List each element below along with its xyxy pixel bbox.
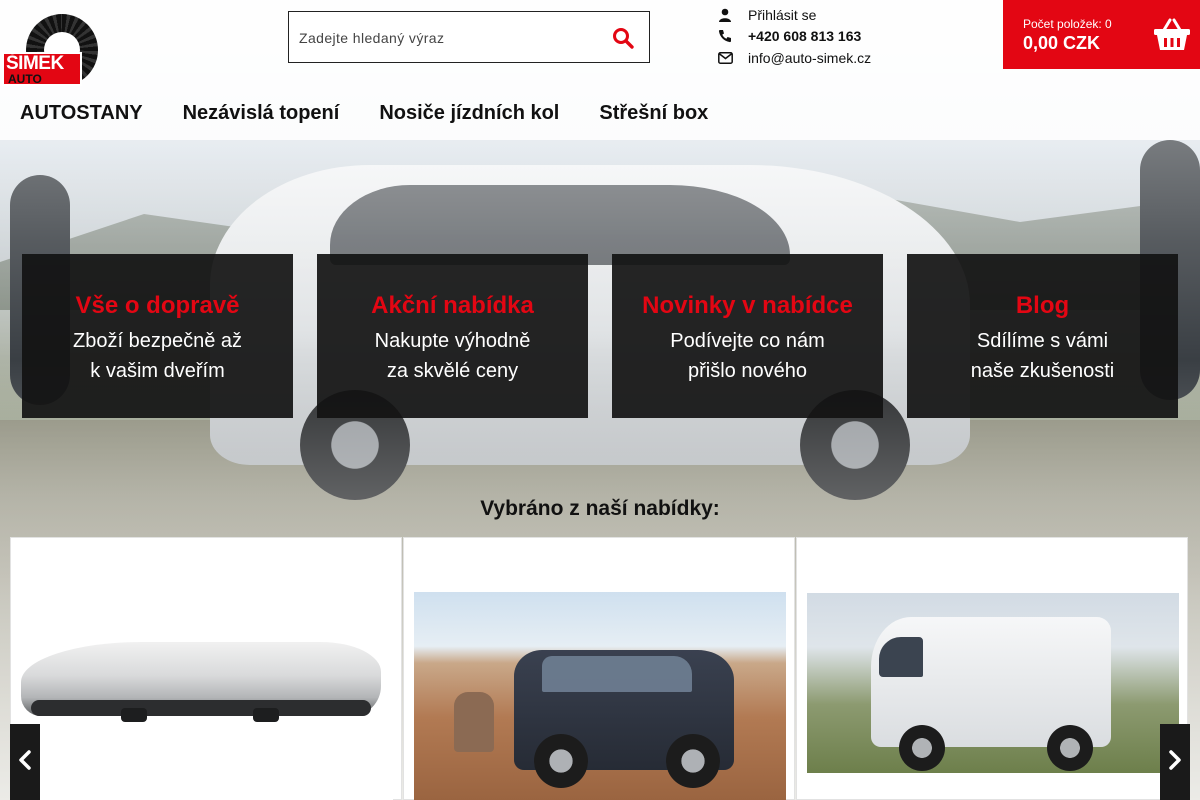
- suv-window: [542, 656, 692, 692]
- product-image-roof-box[interactable]: [21, 550, 393, 800]
- cart-button[interactable]: Počet položek: 0 0,00 CZK: [1003, 0, 1200, 69]
- promo-tile-title: Blog: [1015, 292, 1070, 319]
- phone-icon: [718, 29, 748, 43]
- product-image-van[interactable]: [807, 593, 1179, 773]
- promo-tile-blog[interactable]: Blog Sdílíme s vámi naše zkušenosti: [907, 254, 1178, 418]
- contact-block: Přihlásit se +420 608 813 163 info@auto-…: [718, 4, 978, 69]
- section-title: Vybráno z naší nabídky:: [480, 497, 720, 520]
- promo-tile-line1: Podívejte co nám: [670, 330, 825, 352]
- cart-count: Počet položek: 0: [1023, 17, 1112, 31]
- van-window: [879, 637, 923, 677]
- van-wheel: [899, 725, 945, 771]
- promo-tile-line1: Zboží bezpečně až: [73, 330, 242, 352]
- search-icon[interactable]: [611, 26, 635, 50]
- van-wheel: [1047, 725, 1093, 771]
- product-card[interactable]: [796, 537, 1188, 800]
- promo-tile-title: Vše o dopravě: [75, 292, 240, 319]
- cart-total: 0,00 CZK: [1023, 33, 1101, 53]
- search-box: [288, 11, 650, 63]
- suv-wheel: [534, 734, 588, 788]
- login-label: Přihlásit se: [748, 6, 817, 23]
- roof-box-base: [31, 700, 371, 716]
- carousel-next-button[interactable]: [1160, 724, 1190, 800]
- chevron-left-icon: [18, 749, 32, 775]
- envelope-icon: [718, 51, 748, 64]
- promo-tile-novinky[interactable]: Novinky v nabídce Podívejte co nám přišl…: [612, 254, 883, 418]
- email-address: info@auto-simek.cz: [748, 49, 872, 66]
- search-input[interactable]: [299, 25, 599, 51]
- suv-wheel: [666, 734, 720, 788]
- promo-tile-line2: naše zkušenosti: [970, 360, 1115, 382]
- product-carousel: [10, 537, 1190, 800]
- basket-icon: [1153, 18, 1191, 52]
- product-card[interactable]: [10, 537, 402, 800]
- promo-tile-line1: Sdílíme s vámi: [976, 330, 1109, 352]
- roof-box-foot: [253, 708, 279, 722]
- product-card[interactable]: [403, 537, 795, 800]
- promo-tile-line1: Nakupte výhodně: [374, 330, 531, 352]
- promo-tile-title: Akční nabídka: [371, 292, 534, 319]
- carousel-prev-button[interactable]: [10, 724, 40, 800]
- promo-tile-akcni-nabidka[interactable]: Akční nabídka Nakupte výhodně za skvělé …: [317, 254, 588, 418]
- site-header: ŠIMEK AUTO Přihlásit se +420 608 813 163: [0, 0, 1200, 140]
- login-link[interactable]: Přihlásit se: [718, 4, 978, 26]
- main-nav: AUTOSTANY Nezávislá topení Nosiče jízdní…: [0, 98, 728, 130]
- user-icon: [718, 8, 748, 22]
- promo-tiles: Vše o dopravě Zboží bezpečně až k vašim …: [22, 254, 1178, 418]
- logo-sub-text: AUTO: [8, 72, 42, 86]
- nav-item-stresni-box[interactable]: Střešní box: [599, 98, 708, 130]
- product-image-suv[interactable]: [414, 592, 786, 800]
- promo-tile-title: Novinky v nabídce: [642, 292, 853, 319]
- phone-link[interactable]: +420 608 813 163: [718, 26, 978, 48]
- email-link[interactable]: info@auto-simek.cz: [718, 47, 978, 69]
- promo-tile-line2: přišlo nového: [688, 360, 807, 382]
- nav-item-nezavisla-topeni[interactable]: Nezávislá topení: [183, 98, 340, 130]
- promo-tile-line2: za skvělé ceny: [386, 360, 519, 382]
- promo-tile-line2: k vašim dveřím: [90, 360, 225, 382]
- promo-tile-doprava[interactable]: Vše o dopravě Zboží bezpečně až k vašim …: [22, 254, 293, 418]
- nav-item-autostany[interactable]: AUTOSTANY: [20, 98, 143, 130]
- stone-cairn: [454, 692, 494, 752]
- nav-item-nosice-jizdnich-kol[interactable]: Nosiče jízdních kol: [379, 98, 559, 130]
- site-logo[interactable]: ŠIMEK AUTO: [0, 12, 100, 86]
- phone-number: +420 608 813 163: [748, 28, 862, 45]
- chevron-right-icon: [1168, 749, 1182, 775]
- roof-box-foot: [121, 708, 147, 722]
